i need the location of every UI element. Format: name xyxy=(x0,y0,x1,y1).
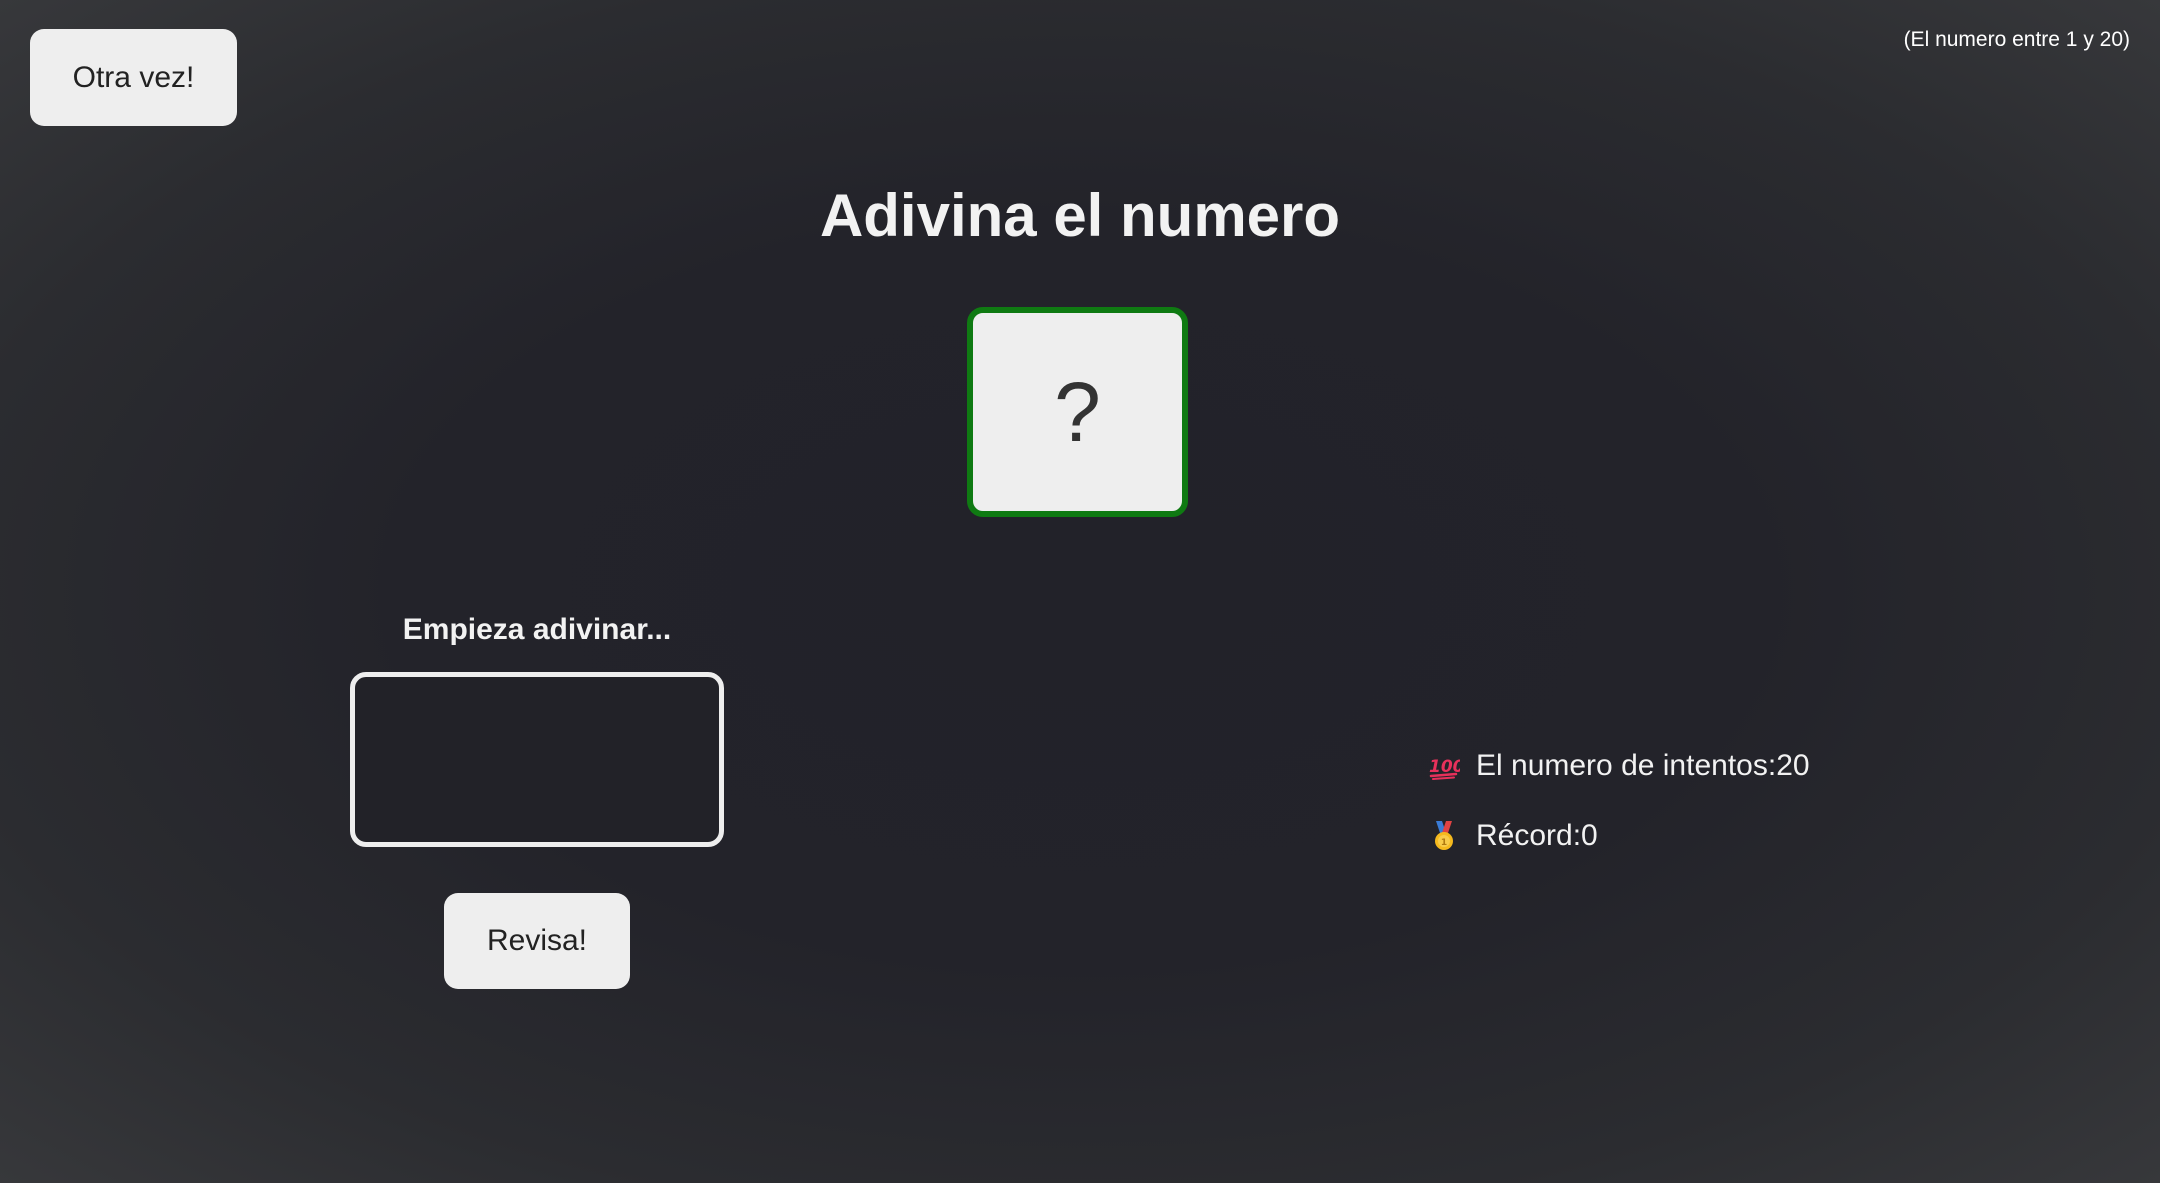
hundred-points-icon: 100 xyxy=(1428,750,1460,782)
check-button[interactable]: Revisa! xyxy=(444,893,630,989)
stats-panel: 100 El numero de intentos: 20 1 Récord: … xyxy=(1428,744,1810,858)
attempts-value: 20 xyxy=(1776,749,1810,782)
page-title: Adivina el numero xyxy=(819,182,1341,249)
medal-icon: 1 xyxy=(1428,820,1460,852)
record-value: 0 xyxy=(1581,819,1598,852)
svg-text:1: 1 xyxy=(1441,838,1447,848)
guess-input[interactable] xyxy=(350,672,724,847)
again-button[interactable]: Otra vez! xyxy=(30,29,237,126)
secret-number: ? xyxy=(1054,364,1101,459)
status-message: Empieza adivinar... xyxy=(402,613,672,646)
range-hint: (El numero entre 1 y 20) xyxy=(1903,28,2130,51)
record-row: 1 Récord: 0 xyxy=(1428,814,1810,858)
attempts-row: 100 El numero de intentos: 20 xyxy=(1428,744,1810,788)
secret-number-box: ? xyxy=(967,307,1188,517)
record-label: Récord: xyxy=(1476,819,1582,852)
attempts-label: El numero de intentos: xyxy=(1476,749,1777,782)
guess-section: Empieza adivinar... Revisa! xyxy=(350,605,724,989)
